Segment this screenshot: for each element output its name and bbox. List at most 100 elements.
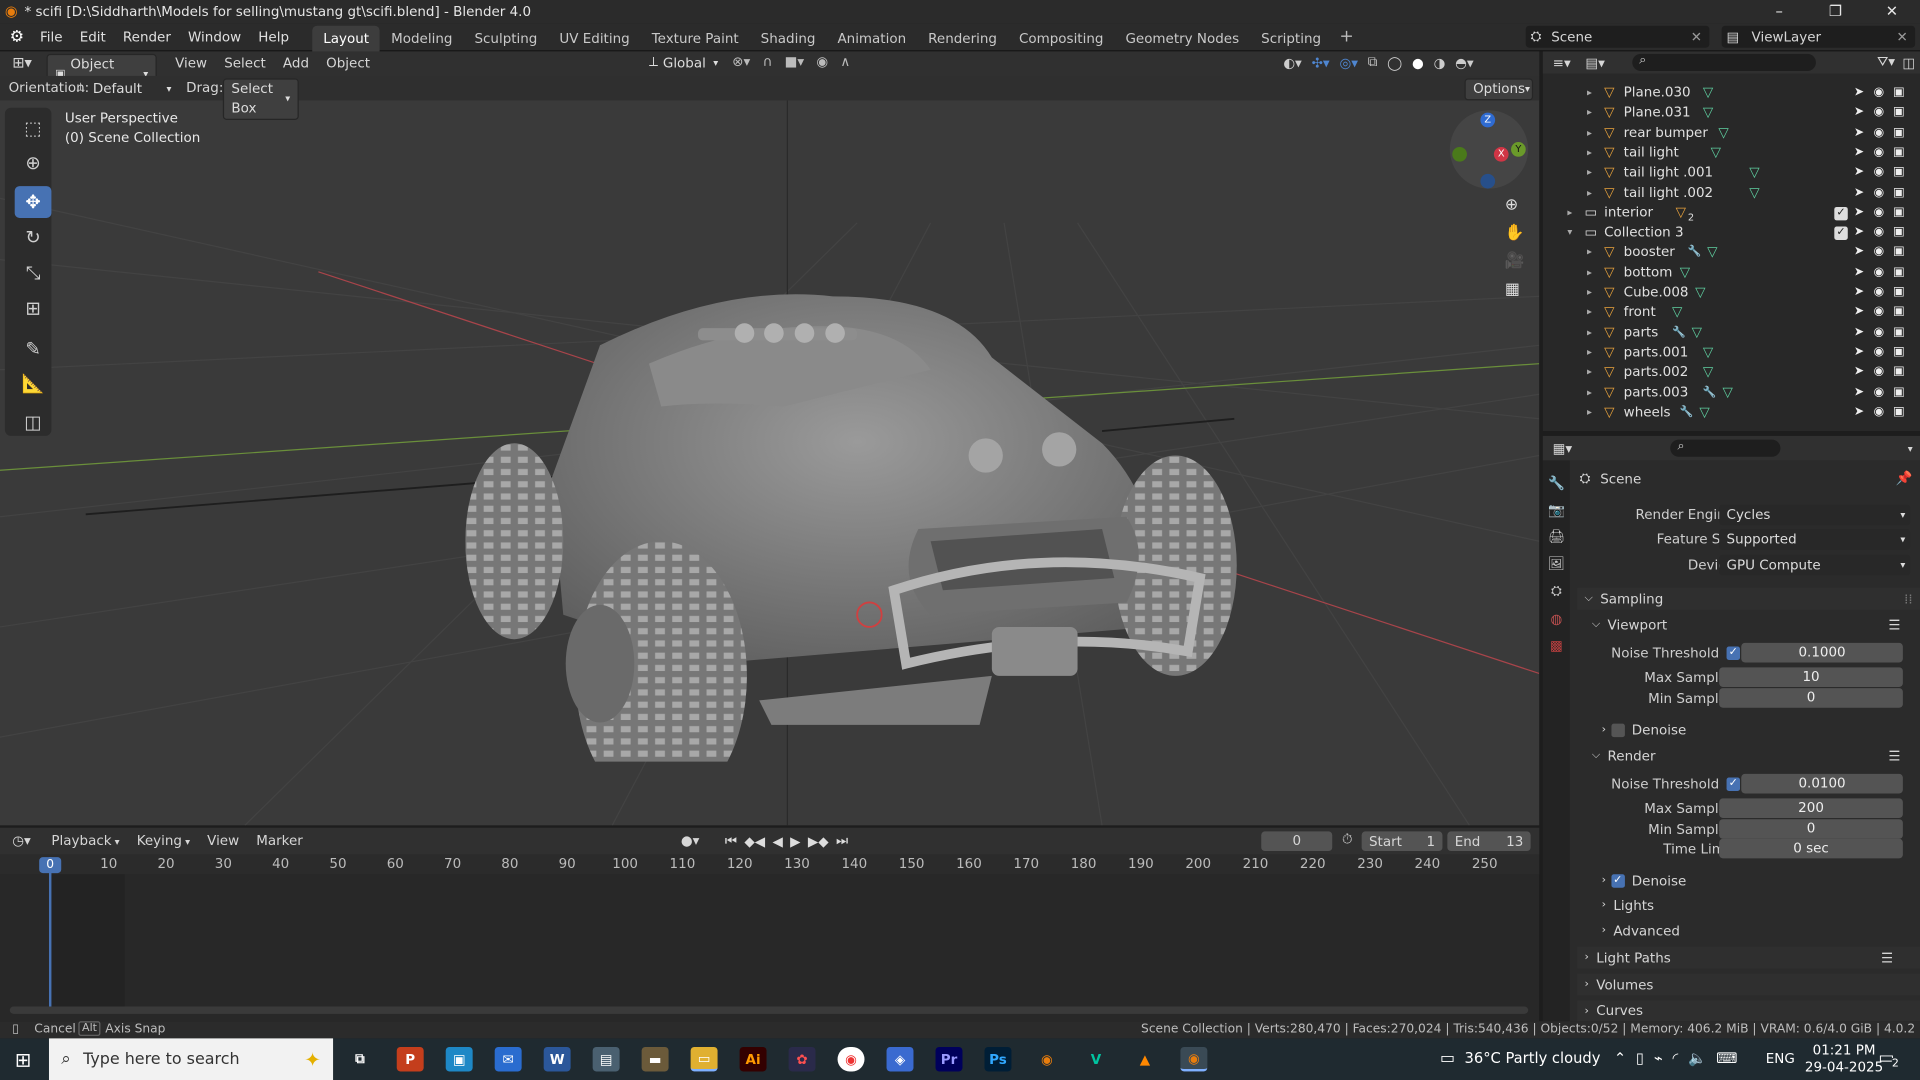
- vp-max-samples-field[interactable]: 10: [1719, 667, 1903, 687]
- light-paths-panel[interactable]: › Light Paths ☰: [1577, 946, 1920, 969]
- playhead[interactable]: [48, 857, 52, 1012]
- network-icon[interactable]: ⌁: [1654, 1049, 1663, 1066]
- viewport-menu-select[interactable]: Select: [216, 54, 275, 74]
- lights-subpanel[interactable]: › Lights: [1602, 894, 1654, 916]
- new-collection-icon[interactable]: ◫: [1902, 54, 1915, 70]
- tray-chevron-icon[interactable]: ⌃: [1614, 1049, 1626, 1066]
- eye-icon[interactable]: ◉: [1873, 143, 1884, 163]
- output-tab-icon[interactable]: 🖨: [1548, 529, 1565, 545]
- expand-icon[interactable]: ▸: [1587, 243, 1592, 263]
- workspace-tab-geometry-nodes[interactable]: Geometry Nodes: [1114, 26, 1250, 53]
- select-toggle-icon[interactable]: ➤: [1854, 303, 1864, 323]
- clock[interactable]: 01:21 PM 29-04-2025: [1805, 1042, 1883, 1076]
- options-dropdown[interactable]: Options ▾: [1464, 78, 1534, 101]
- expand-icon[interactable]: ▸: [1587, 183, 1592, 203]
- menu-help[interactable]: Help: [250, 23, 298, 51]
- camera-render-icon[interactable]: ▣: [1893, 243, 1905, 263]
- timeline-menu-playback[interactable]: Playback ▾: [51, 833, 119, 849]
- outliner-row[interactable]: ▸ ▽ parts.001 ▽ ➤ ◉ ▣: [1543, 343, 1920, 363]
- gizmo-x-axis[interactable]: X: [1493, 146, 1509, 162]
- frame-ruler[interactable]: 0 10 20 30 40 50 60 70 80 90 100 110 120 130 140 150 160…: [0, 854, 1540, 875]
- camera-render-icon[interactable]: ▣: [1893, 263, 1905, 283]
- language-indicator[interactable]: ENG: [1766, 1051, 1795, 1067]
- mesh-data-icon[interactable]: ▽: [1703, 83, 1713, 103]
- blender-app-icon[interactable]: ◉: [1033, 1047, 1060, 1071]
- advanced-subpanel[interactable]: › Advanced: [1602, 920, 1680, 942]
- select-toggle-icon[interactable]: ➤: [1854, 143, 1864, 163]
- outliner-row[interactable]: ▸ ▽ rear bumper ▽ ➤ ◉ ▣: [1543, 123, 1920, 143]
- render-tab-icon[interactable]: 📷: [1548, 502, 1565, 518]
- select-toggle-icon[interactable]: ➤: [1854, 383, 1864, 403]
- workspace-tab-layout[interactable]: Layout: [312, 25, 381, 53]
- taskbar-search[interactable]: ⌕ Type here to search ✦: [48, 1038, 334, 1080]
- outliner-row[interactable]: ▸ ▽ parts.002 ▽ ➤ ◉ ▣: [1543, 363, 1920, 383]
- r-denoise-subpanel[interactable]: › ✓ Denoise: [1602, 869, 1687, 891]
- drag-dropdown[interactable]: Select Box ▾: [222, 78, 299, 121]
- outliner-row[interactable]: ▸ ▽ front ▽ ➤ ◉ ▣: [1543, 303, 1920, 323]
- xray-icon[interactable]: ⧉: [1368, 54, 1378, 71]
- eye-icon[interactable]: ◉: [1873, 203, 1884, 223]
- annotate-tool-icon[interactable]: ✎: [15, 333, 52, 365]
- eye-icon[interactable]: ◉: [1873, 283, 1884, 303]
- outliner-row[interactable]: ▸ ▽ bottom ▽ ➤ ◉ ▣: [1543, 263, 1920, 283]
- outliner-row[interactable]: ▸ ▽ tail light ▽ ➤ ◉ ▣: [1543, 143, 1920, 163]
- eye-icon[interactable]: ◉: [1873, 383, 1884, 403]
- wifi-icon[interactable]: ◜: [1673, 1049, 1679, 1066]
- workspace-tab-animation[interactable]: Animation: [826, 26, 917, 53]
- app-icon-5[interactable]: ✿: [788, 1046, 816, 1072]
- snap-target-icon[interactable]: ■▾: [785, 54, 804, 70]
- minimize-button[interactable]: –: [1751, 0, 1807, 23]
- chevron-down-icon[interactable]: ▾: [1908, 443, 1913, 454]
- camera-render-icon[interactable]: ▣: [1893, 363, 1905, 383]
- outliner-row[interactable]: ▸ ▽ wheels 🔧 ▽ ➤ ◉ ▣: [1543, 403, 1920, 423]
- camera-render-icon[interactable]: ▣: [1893, 163, 1905, 183]
- overlay-icon[interactable]: ◎▾: [1339, 54, 1358, 70]
- vp-denoise-checkbox[interactable]: [1610, 723, 1625, 737]
- menu-file[interactable]: File: [31, 23, 71, 51]
- viewport-3d[interactable]: ⊞▾ ▣ Object Mode ▾ ViewSelectAddObject ⟂…: [0, 51, 1540, 826]
- snap-icon[interactable]: ∩: [763, 54, 773, 70]
- texture-tab-icon[interactable]: ▩: [1550, 638, 1563, 654]
- mesh-data-icon[interactable]: ▽: [1703, 103, 1713, 123]
- pivot-icon[interactable]: ⊗▾: [732, 54, 750, 70]
- outliner-row[interactable]: ▾ ▭ Collection 3 ✓ ➤ ◉ ▣: [1543, 223, 1920, 243]
- camera-render-icon[interactable]: ▣: [1893, 203, 1905, 223]
- gizmo-icon[interactable]: ✣▾: [1312, 54, 1330, 70]
- select-toggle-icon[interactable]: ➤: [1854, 403, 1864, 423]
- r-denoise-checkbox[interactable]: ✓: [1610, 873, 1625, 888]
- wireframe-shading-icon[interactable]: ◯: [1387, 54, 1402, 70]
- gizmo-neg-y-axis[interactable]: [1452, 146, 1467, 162]
- object-children-icon[interactable]: ▽: [1676, 203, 1686, 223]
- select-toggle-icon[interactable]: ➤: [1854, 183, 1864, 203]
- expand-icon[interactable]: ▸: [1587, 123, 1592, 143]
- eye-icon[interactable]: ◉: [1873, 403, 1884, 423]
- eye-icon[interactable]: ◉: [1873, 223, 1884, 243]
- play-reverse-icon[interactable]: ◀: [772, 833, 782, 849]
- app-icon-2[interactable]: ✉: [494, 1046, 522, 1072]
- sampling-panel-header[interactable]: ⌵ Sampling ⁞⁞: [1577, 587, 1920, 610]
- select-toggle-icon[interactable]: ➤: [1854, 123, 1864, 143]
- mesh-data-icon[interactable]: ▽: [1711, 143, 1721, 163]
- falloff-icon[interactable]: ∧: [840, 54, 850, 70]
- outliner[interactable]: ≡▾ ▤▾ ⌕ ⛛▾ ◫ ▸ ▽ Plane.030 ▽ ➤ ◉ ▣ ▸ ▽ Plane.031 ▽…: [1542, 51, 1920, 432]
- outliner-row[interactable]: ▸ ▭ interior ▽ 2 ✓ ➤ ◉ ▣: [1543, 203, 1920, 223]
- camera-render-icon[interactable]: ▣: [1893, 383, 1905, 403]
- play-icon[interactable]: ▶: [790, 833, 800, 849]
- outliner-row[interactable]: ▸ ▽ Plane.031 ▽ ➤ ◉ ▣: [1543, 103, 1920, 123]
- workspace-tab-compositing[interactable]: Compositing: [1008, 26, 1114, 53]
- render-subpanel-header[interactable]: ⌵ Render ☰: [1592, 744, 1910, 766]
- viewport-menu-add[interactable]: Add: [274, 54, 317, 74]
- cursor-tool-icon[interactable]: ⊕: [15, 147, 52, 179]
- exclude-checkbox[interactable]: ✓: [1834, 206, 1848, 221]
- vectorworks-icon[interactable]: V: [1082, 1047, 1109, 1071]
- workspace-tab-modeling[interactable]: Modeling: [380, 26, 463, 53]
- curves-panel[interactable]: › Curves: [1577, 1000, 1920, 1022]
- volumes-panel[interactable]: › Volumes: [1577, 973, 1920, 996]
- outliner-row[interactable]: ▸ ▽ parts 🔧 ▽ ➤ ◉ ▣: [1543, 323, 1920, 343]
- outliner-row[interactable]: ▸ ▽ tail light .002 ▽ ➤ ◉ ▣: [1543, 183, 1920, 203]
- vp-min-samples-field[interactable]: 0: [1719, 688, 1903, 708]
- eye-icon[interactable]: ◉: [1873, 243, 1884, 263]
- jump-end-icon[interactable]: ⏭: [836, 833, 848, 850]
- viewlayer-selector[interactable]: ▤ ViewLayer ✕: [1721, 25, 1916, 48]
- drag-handle-icon[interactable]: ⁞⁞: [1904, 591, 1913, 607]
